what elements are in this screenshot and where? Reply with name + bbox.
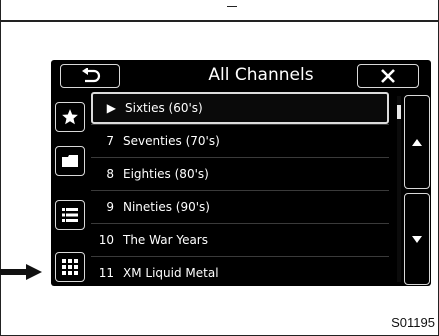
channel-name: The War Years — [123, 233, 208, 247]
channel-name: Nineties (90's) — [123, 200, 210, 214]
figure-caption: S01195 — [391, 315, 435, 330]
folder-button[interactable] — [55, 146, 85, 176]
scrollbar-track[interactable] — [397, 96, 401, 282]
channel-list: ▶ Sixties (60's) 7 Seventies (70's) 8 Ei… — [91, 92, 405, 286]
grid-icon — [62, 259, 78, 275]
list-item[interactable]: 9 Nineties (90's) — [91, 191, 389, 223]
list-icon — [62, 208, 78, 222]
channel-name: Eighties (80's) — [123, 167, 209, 181]
channel-number: 8 — [106, 167, 114, 181]
list-item[interactable]: 7 Seventies (70's) — [91, 125, 389, 157]
triangle-up-icon — [412, 138, 422, 146]
channel-name: Sixties (60's) — [125, 101, 203, 115]
channel-number: ▶ — [106, 101, 116, 115]
back-button[interactable] — [60, 64, 120, 88]
close-button[interactable] — [357, 64, 419, 88]
frame-notch — [227, 2, 237, 7]
list-item[interactable]: 11 XM Liquid Metal — [91, 257, 389, 289]
channel-number: 7 — [106, 134, 114, 148]
back-arrow-icon — [82, 68, 101, 83]
display-screen: All Channels ▶ Sixties (60's) 7 Seventie… — [51, 60, 431, 286]
list-item[interactable]: ▶ Sixties (60's) — [91, 92, 389, 124]
scrollbar-thumb[interactable] — [397, 105, 401, 119]
pointer-arrow-icon — [0, 264, 42, 280]
list-view-button[interactable] — [55, 200, 85, 230]
direct-tune-button[interactable] — [55, 252, 85, 282]
channel-name: Seventies (70's) — [123, 134, 220, 148]
star-icon — [62, 109, 78, 125]
favorites-button[interactable] — [55, 102, 85, 132]
triangle-down-icon — [412, 235, 422, 243]
folder-icon — [62, 155, 78, 167]
close-icon — [381, 69, 395, 83]
list-item[interactable]: 8 Eighties (80's) — [91, 158, 389, 190]
channel-number: 9 — [106, 200, 114, 214]
list-item[interactable]: 10 The War Years — [91, 224, 389, 256]
scroll-up-button[interactable] — [404, 95, 430, 189]
channel-number: 11 — [98, 266, 114, 280]
scroll-down-button[interactable] — [404, 193, 430, 285]
channel-name: XM Liquid Metal — [123, 266, 219, 280]
screen-title: All Channels — [208, 65, 314, 85]
channel-number: 10 — [98, 233, 114, 247]
top-figure-frame — [0, 0, 439, 21]
